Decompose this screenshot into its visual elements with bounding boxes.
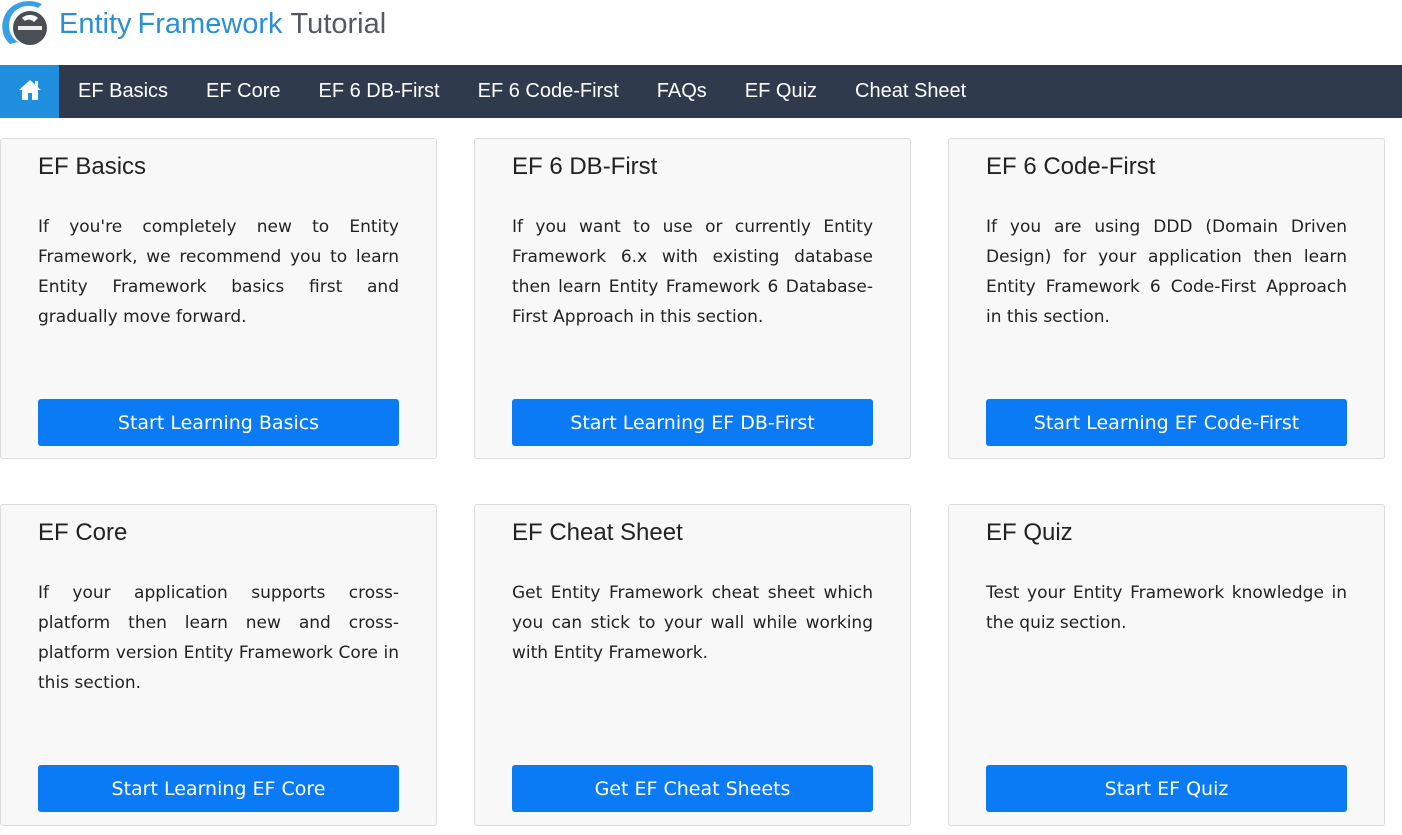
start-learning-code-first-button[interactable]: Start Learning EF Code-First <box>986 399 1347 446</box>
card-description: Test your Entity Framework knowledge in … <box>986 583 1347 633</box>
start-learning-db-first-button[interactable]: Start Learning EF DB-First <box>512 399 873 446</box>
nav-home-button[interactable] <box>0 65 59 118</box>
nav-item-ef-core[interactable]: EF Core <box>187 65 299 118</box>
card-title: EF 6 Code-First <box>986 153 1156 180</box>
card-title: EF Core <box>38 519 128 546</box>
card-ef-quiz: EF Quiz Test your Entity Framework knowl… <box>948 504 1385 826</box>
logo-icon[interactable] <box>0 0 54 50</box>
card-ef-basics: EF Basics If you're completely new to En… <box>0 138 437 459</box>
card-ef6-db-first: EF 6 DB-First If you want to use or curr… <box>474 138 911 459</box>
card-title: EF Quiz <box>986 519 1073 546</box>
nav-item-ef6-db-first[interactable]: EF 6 DB-First <box>300 65 459 118</box>
home-icon <box>18 79 42 105</box>
card-ef6-code-first: EF 6 Code-First If you are using DDD (Do… <box>948 138 1385 459</box>
start-ef-quiz-button[interactable]: Start EF Quiz <box>986 765 1347 812</box>
card-description: Get Entity Framework cheat sheet which y… <box>512 583 873 663</box>
card-ef-core: EF Core If your application supports cro… <box>0 504 437 826</box>
card-description: If you want to use or currently Entity F… <box>512 217 873 327</box>
nav-item-ef6-code-first[interactable]: EF 6 Code-First <box>459 65 638 118</box>
card-title: EF Basics <box>38 153 147 180</box>
nav-item-ef-quiz[interactable]: EF Quiz <box>726 65 836 118</box>
card-description: If your application supports cross-platf… <box>38 583 399 693</box>
site-header: Entity Framework Tutorial <box>0 0 1402 64</box>
nav-item-ef-basics[interactable]: EF Basics <box>59 65 187 118</box>
card-title: EF 6 DB-First <box>512 153 658 180</box>
get-cheat-sheets-button[interactable]: Get EF Cheat Sheets <box>512 765 873 812</box>
start-learning-basics-button[interactable]: Start Learning Basics <box>38 399 399 446</box>
card-title: EF Cheat Sheet <box>512 519 683 546</box>
main-nav: EF Basics EF Core EF 6 DB-First EF 6 Cod… <box>0 65 1402 118</box>
logo-word-framework: Framework <box>137 8 283 40</box>
nav-item-faqs[interactable]: FAQs <box>638 65 726 118</box>
logo-word-tutorial: Tutorial <box>290 8 387 40</box>
nav-item-cheat-sheet[interactable]: Cheat Sheet <box>836 65 985 118</box>
card-ef-cheat-sheet: EF Cheat Sheet Get Entity Framework chea… <box>474 504 911 826</box>
card-description: If you are using DDD (Domain Driven Desi… <box>986 217 1347 327</box>
site-logo-text[interactable]: Entity Framework Tutorial <box>59 6 386 42</box>
start-learning-ef-core-button[interactable]: Start Learning EF Core <box>38 765 399 812</box>
logo-word-entity: Entity <box>59 8 132 40</box>
card-description: If you're completely new to Entity Frame… <box>38 217 399 327</box>
